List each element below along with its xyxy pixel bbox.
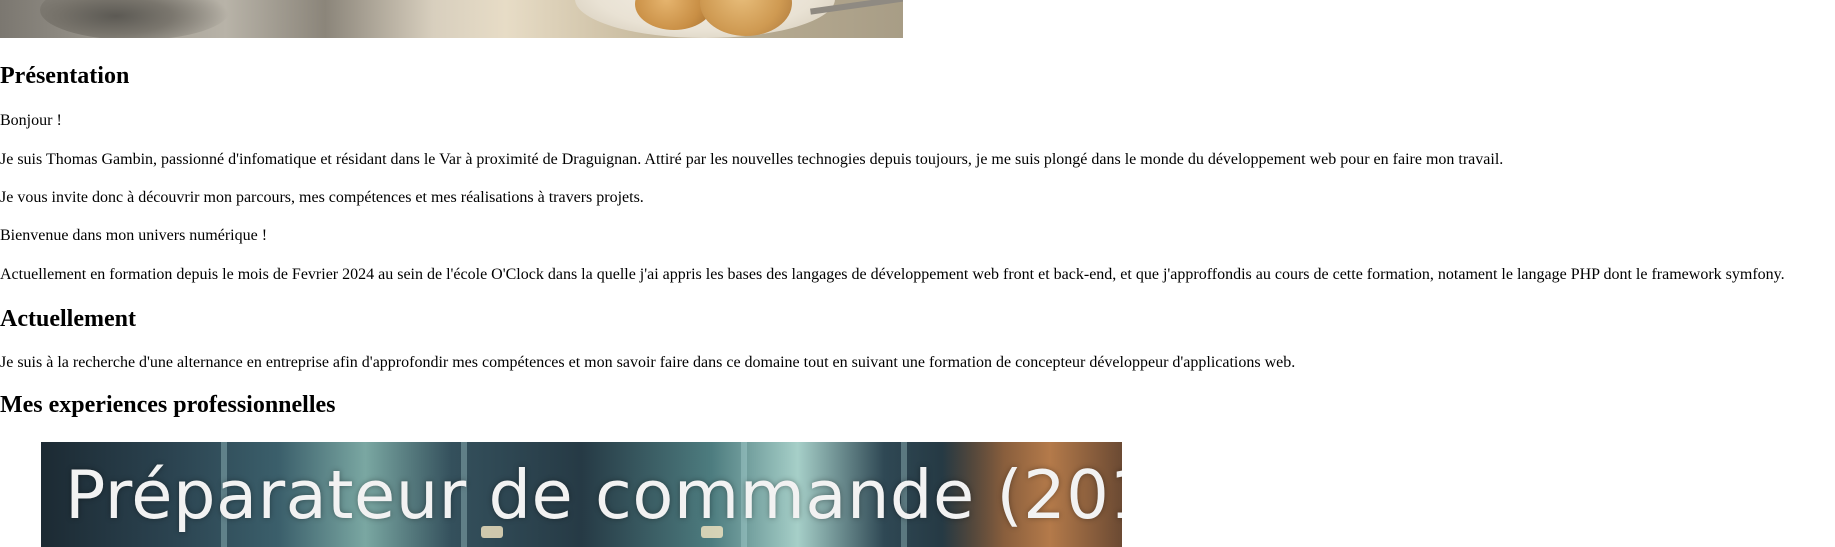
currently-heading: Actuellement bbox=[0, 306, 136, 332]
experiences-heading: Mes experiences professionnelles bbox=[0, 392, 336, 418]
presentation-paragraph: Bonjour ! bbox=[0, 112, 62, 129]
presentation-heading: Présentation bbox=[0, 63, 130, 89]
page: Présentation Bonjour ! Je suis Thomas Ga… bbox=[0, 0, 1835, 547]
experience-image-caption: Préparateur de commande (2018 bbox=[65, 456, 1122, 534]
presentation-paragraph: Je vous invite donc à découvrir mon parc… bbox=[0, 189, 644, 206]
presentation-paragraph: Bienvenue dans mon univers numérique ! bbox=[0, 227, 268, 244]
tattoo-detail bbox=[40, 0, 230, 38]
presentation-paragraph: Je suis Thomas Gambin, passionné d'infom… bbox=[0, 151, 1504, 168]
experience-image: Préparateur de commande (2018 bbox=[41, 442, 1122, 547]
presentation-paragraph: Actuellement en formation depuis le mois… bbox=[0, 266, 1785, 283]
hero-photo bbox=[0, 0, 903, 38]
currently-paragraph: Je suis à la recherche d'une alternance … bbox=[0, 354, 1296, 371]
